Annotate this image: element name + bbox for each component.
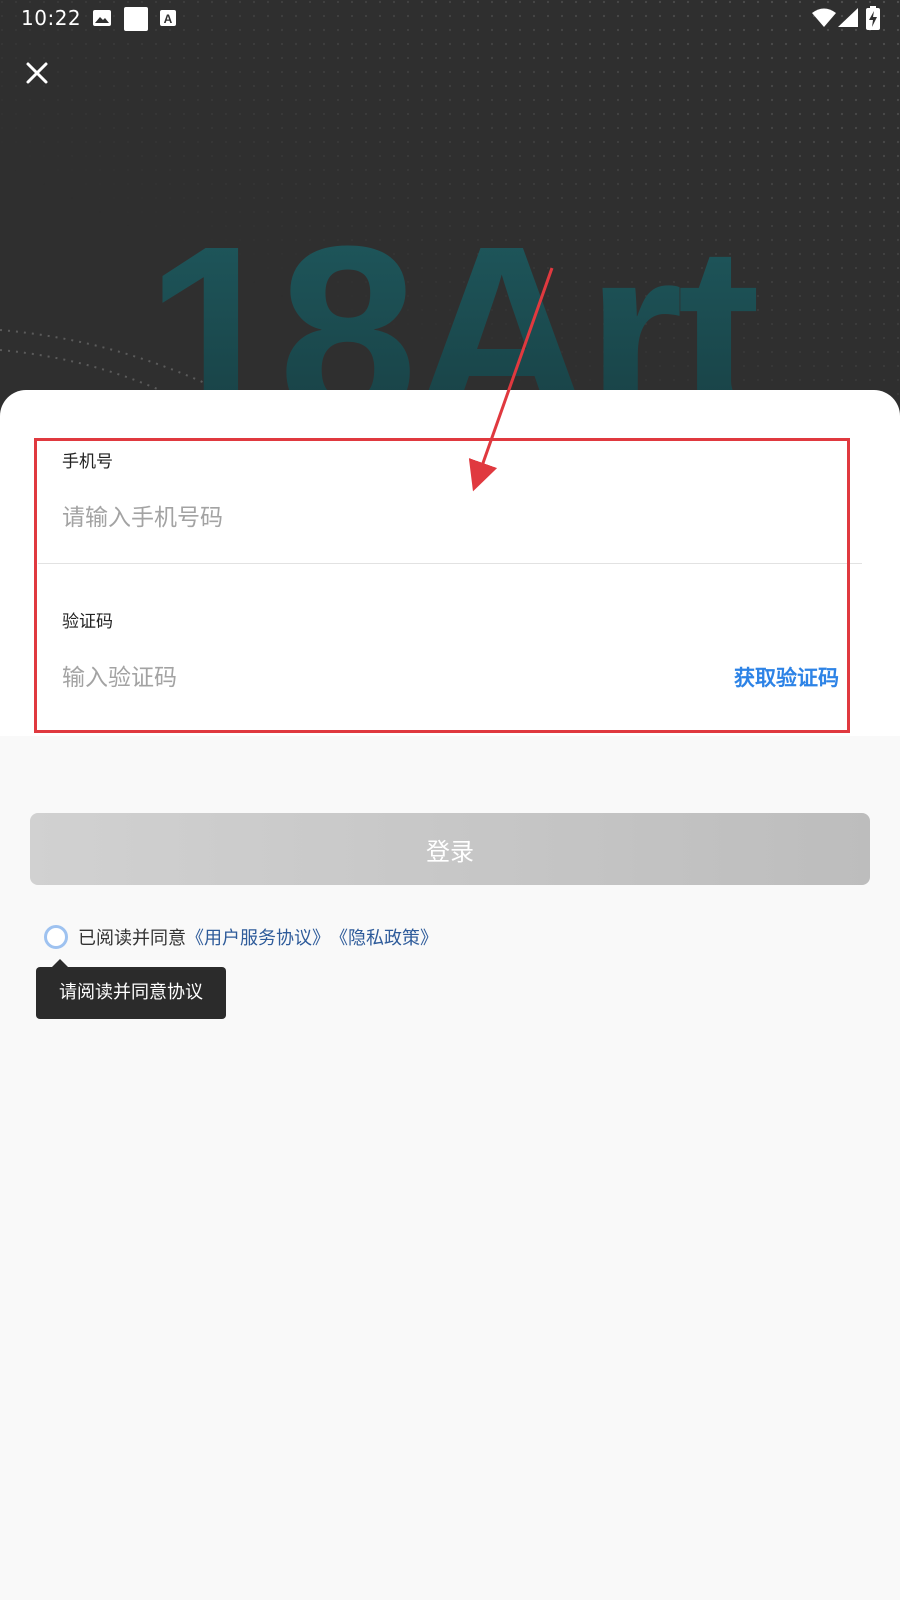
hero-banner: 18Art 10:22 A	[0, 0, 900, 420]
agreement-row: 已阅读并同意 《用户服务协议》 《隐私政策》	[44, 922, 438, 952]
white-square-icon	[124, 7, 148, 31]
svg-text:A: A	[164, 12, 173, 26]
phone-input[interactable]	[62, 500, 762, 536]
terms-link[interactable]: 《用户服务协议》	[186, 924, 330, 950]
agreement-prefix: 已阅读并同意	[78, 928, 186, 949]
brand-watermark: 18Art	[145, 194, 758, 420]
agreement-radio[interactable]	[44, 925, 68, 949]
field-divider	[38, 563, 862, 564]
login-button[interactable]: 登录	[30, 813, 870, 885]
phone-label: 手机号	[62, 452, 113, 472]
agreement-tooltip: 请阅读并同意协议	[36, 959, 226, 1019]
image-icon	[93, 10, 111, 26]
status-time: 10:22	[21, 6, 82, 30]
privacy-link[interactable]: 《隐私政策》	[330, 924, 438, 950]
hero-background: 18Art	[0, 0, 900, 420]
close-icon	[26, 62, 48, 84]
close-button[interactable]	[20, 56, 54, 90]
a-notification-icon: A	[160, 10, 176, 26]
wifi-icon	[812, 8, 836, 27]
signal-icon	[838, 8, 858, 27]
battery-charging-icon	[866, 6, 880, 30]
code-input[interactable]	[62, 660, 622, 696]
get-code-button[interactable]: 获取验证码	[734, 662, 839, 692]
code-label: 验证码	[62, 612, 113, 632]
status-bar: 10:22 A	[0, 0, 900, 36]
